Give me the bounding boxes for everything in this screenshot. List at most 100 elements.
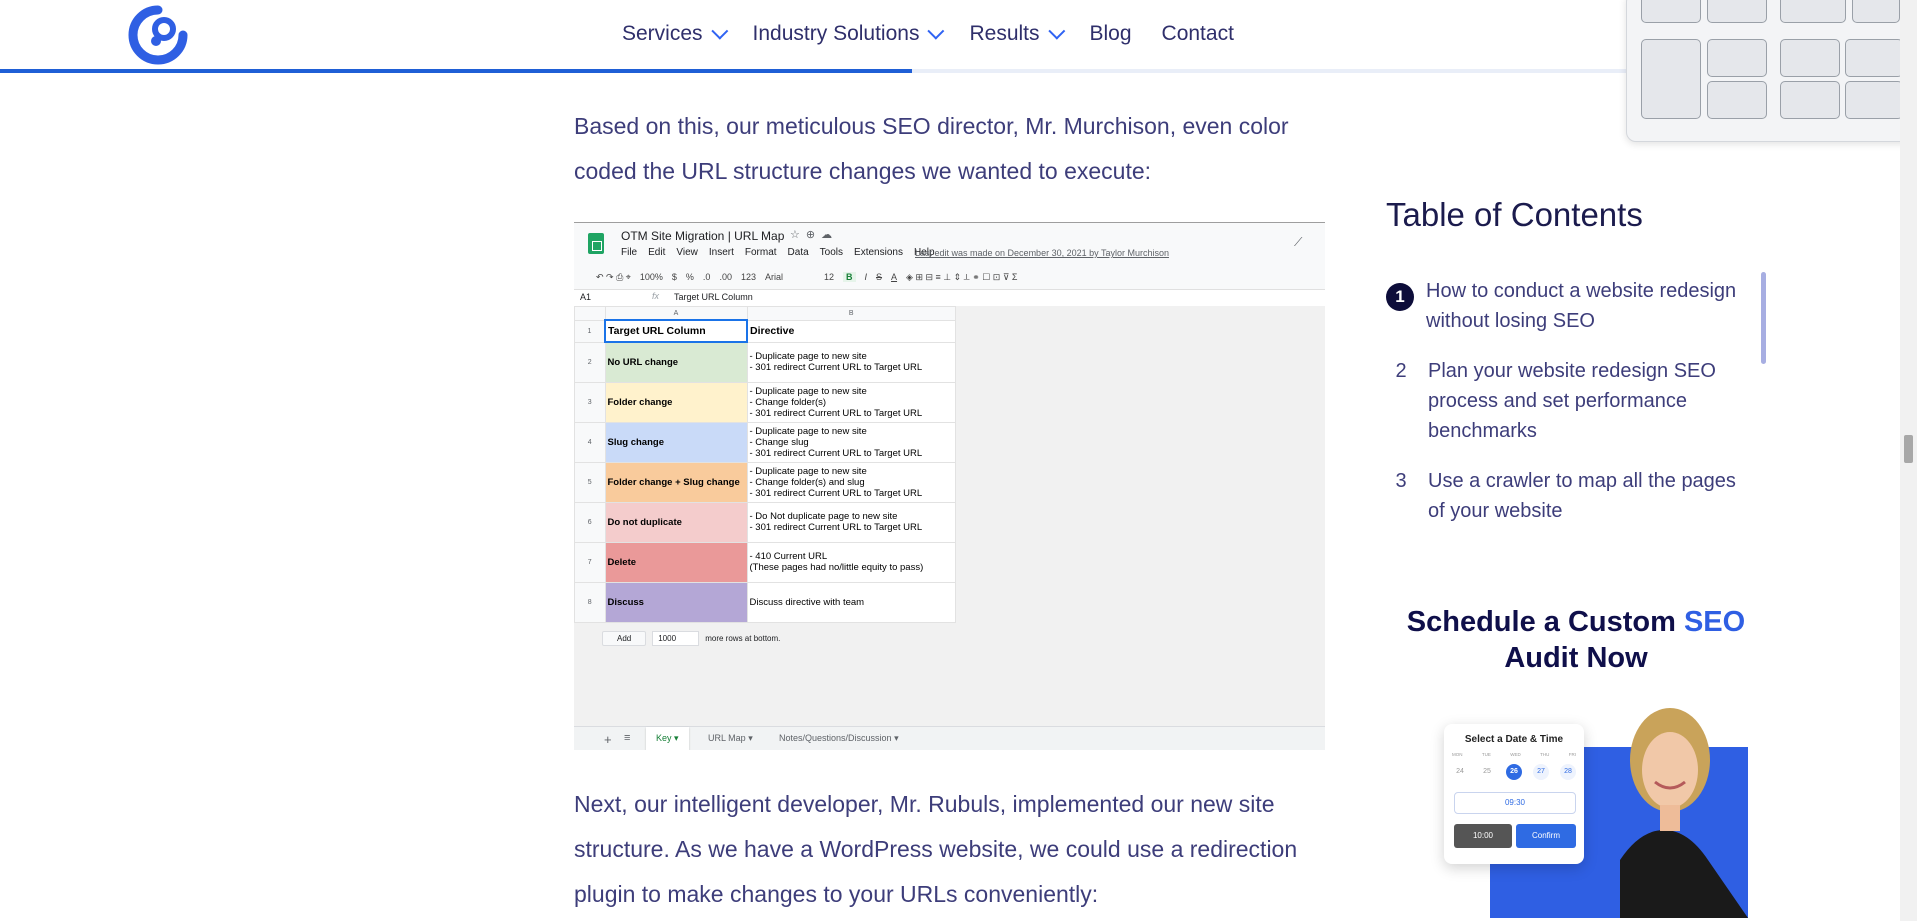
calendar-weekdays: MON TUE WED THU FRI	[1452, 752, 1576, 757]
date-available: 27	[1533, 764, 1549, 780]
cta-image[interactable]: Select a Date & Time MON TUE WED THU FRI…	[1430, 690, 1748, 918]
cell-directive: - Duplicate page to new site - Change slu…	[746, 421, 956, 463]
spreadsheet-screenshot: OTM Site Migration | URL Map ☆⊕☁ File Ed…	[574, 222, 1325, 750]
snap-zone[interactable]	[1852, 0, 1900, 23]
cell-target-url-type: Discuss	[604, 581, 748, 623]
calendar-title: Select a Date & Time	[1464, 734, 1564, 745]
toc-number: 3	[1395, 470, 1407, 492]
snap-zone[interactable]	[1707, 81, 1767, 119]
table-row: 7 Delete - 410 Current URL (These pages had…	[574, 541, 956, 583]
all-sheets-icon: ≡	[624, 732, 631, 744]
chevron-down-icon[interactable]	[710, 22, 728, 40]
brand-logo-icon[interactable]	[127, 4, 189, 66]
column-header: A	[604, 306, 748, 321]
nav-label[interactable]: Contact	[1162, 22, 1234, 46]
snap-zone[interactable]	[1780, 0, 1846, 23]
chevron-down-icon[interactable]	[927, 22, 945, 40]
reading-progress-bar	[0, 69, 912, 73]
toc-link[interactable]: Plan your website redesign SEO process a…	[1428, 356, 1758, 446]
nav-blog[interactable]: Blog	[1090, 22, 1132, 46]
nav-services[interactable]: Services	[622, 22, 728, 46]
cell-target-url-type: No URL change	[604, 341, 748, 383]
nav-label[interactable]: Services	[622, 22, 703, 46]
date-selected: 26	[1506, 764, 1522, 780]
toc-link[interactable]: Use a crawler to map all the pages of yo…	[1428, 466, 1758, 526]
url-key-table: A B 1 Target URL Column Directive 2 No UR…	[574, 306, 956, 623]
weekday: FRI	[1568, 752, 1576, 757]
cell-target-url-type: Do not duplicate	[604, 501, 748, 543]
toc-number-active: 1	[1386, 283, 1414, 311]
font-size: 12	[823, 272, 834, 282]
snap-layouts-flyout	[1626, 0, 1917, 142]
row-number: 6	[574, 501, 606, 543]
nav-contact[interactable]: Contact	[1162, 22, 1234, 46]
snap-zone[interactable]	[1707, 39, 1767, 77]
cta-title-part2: Audit Now	[1504, 642, 1648, 674]
date: 24	[1456, 768, 1464, 775]
formula-value: Target URL Column	[674, 292, 753, 302]
undo-redo-icons: ↶ ↷ ⎙ ⌖	[596, 271, 631, 282]
zoom-value: 100%	[639, 272, 663, 282]
snap-zone[interactable]	[1641, 39, 1701, 119]
toc-scrollbar[interactable]	[1761, 272, 1766, 364]
nav-results[interactable]: Results	[969, 22, 1065, 46]
chevron-down-icon[interactable]	[1047, 22, 1065, 40]
row-number: 4	[574, 421, 606, 463]
snap-zone[interactable]	[1780, 81, 1840, 119]
directive-line: - Change folder(s) and slug	[749, 476, 865, 488]
cell-directive-header: Directive	[746, 319, 956, 343]
toc-link[interactable]: How to conduct a website redesign withou…	[1426, 276, 1756, 336]
fx-icon: fx	[652, 291, 660, 301]
scrollbar-thumb[interactable]	[1904, 435, 1913, 463]
font-name: Arial	[764, 272, 783, 282]
directive-line: - Duplicate page to new site	[749, 465, 867, 477]
cell-directive: - Duplicate page to new site - Change fol…	[746, 381, 956, 423]
article-paragraph: Based on this, our meticulous SEO direct…	[574, 113, 1289, 184]
column-header-row: A B	[574, 306, 956, 321]
cell-target-url-type: Delete	[604, 541, 748, 583]
snap-zone[interactable]	[1641, 0, 1701, 23]
cell-target-url-type: Folder change + Slug change	[604, 461, 748, 503]
snap-zone[interactable]	[1845, 39, 1903, 77]
cell-directive: Discuss directive with team	[746, 581, 956, 623]
strikethrough-icon: S	[876, 272, 883, 282]
directive-line: - 301 redirect Current URL to Target URL	[749, 522, 923, 533]
directive-line: - Duplicate page to new site	[749, 425, 867, 437]
cell-directive: - Duplicate page to new site - 301 redire…	[746, 341, 956, 383]
sheet-menubar: File Edit View Insert Format Data Tools …	[621, 247, 935, 258]
format-tool-icons: ◈ ⊞ ⊟ ≡ ⊥ ⇕ ⟂ ⚭ ☐ ⊡ ⊽ Σ	[906, 271, 1018, 282]
decimal-increase: .00	[719, 272, 732, 282]
star-move-cloud-icons: ☆⊕☁	[790, 229, 839, 241]
add-rows-control: Add 1000 more rows at bottom.	[602, 631, 780, 646]
nav-label[interactable]: Industry Solutions	[753, 22, 920, 46]
date-available: 28	[1560, 764, 1576, 780]
add-rows-input: 1000	[652, 631, 700, 646]
row-number: 3	[574, 381, 606, 423]
italic-icon: I	[864, 272, 868, 282]
snap-zone[interactable]	[1845, 81, 1903, 119]
nav-label[interactable]: Results	[969, 22, 1039, 46]
toc-item[interactable]: 2 Plan your website redesign SEO process…	[1386, 356, 1761, 446]
directive-line: Discuss directive with team	[749, 596, 865, 608]
sheet-tab-url-map: URL Map ▾	[708, 733, 753, 743]
currency-icon: $	[671, 272, 677, 282]
toc-item[interactable]: 1 How to conduct a website redesign with…	[1386, 276, 1761, 336]
calendar-card: Select a Date & Time MON TUE WED THU FRI…	[1444, 724, 1584, 864]
formula-bar: A1 fx Target URL Column	[574, 289, 1325, 307]
cta-title[interactable]: Schedule a Custom SEO Audit Now	[1386, 604, 1766, 676]
page-scrollbar[interactable]	[1900, 0, 1917, 921]
weekday: WED	[1510, 752, 1521, 757]
sheet-tab-key: Key ▾	[646, 727, 689, 750]
time-slot: 09:30	[1454, 792, 1576, 814]
snap-zone[interactable]	[1707, 0, 1767, 23]
snap-zone[interactable]	[1780, 39, 1840, 77]
article-paragraph: Next, our intelligent developer, Mr. Rub…	[574, 791, 1298, 907]
nav-industry-solutions[interactable]: Industry Solutions	[753, 22, 945, 46]
column-header: B	[746, 306, 956, 321]
toc-title: Table of Contents	[1386, 196, 1643, 233]
nav-label[interactable]: Blog	[1090, 22, 1132, 46]
row-number: 5	[574, 461, 606, 503]
toc-item[interactable]: 3 Use a crawler to map all the pages of …	[1386, 466, 1761, 526]
cell-target-url-type: Slug change	[604, 421, 748, 463]
percent-icon: %	[685, 272, 694, 282]
